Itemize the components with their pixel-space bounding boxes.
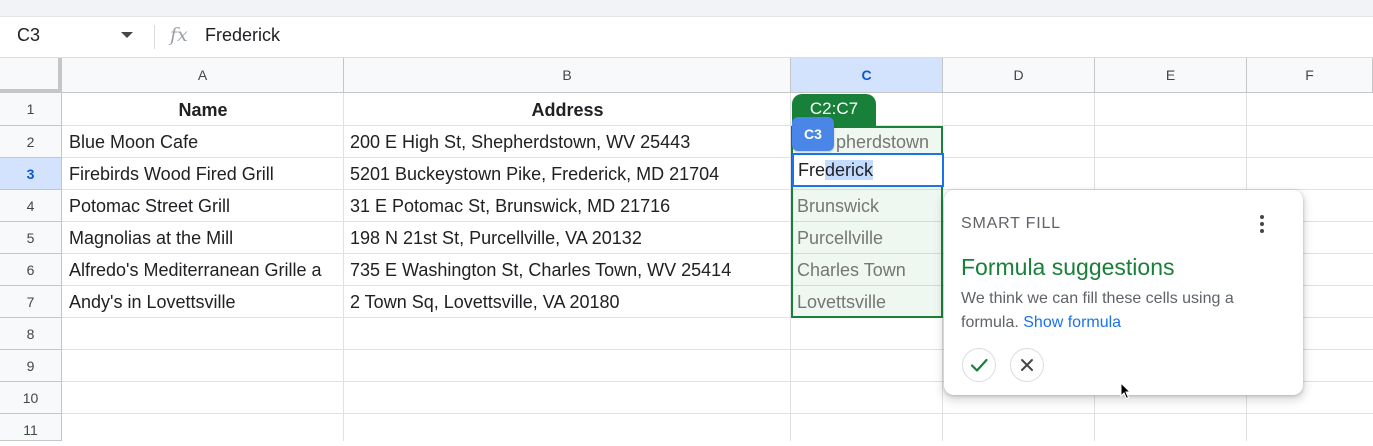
cell-c7-suggestion[interactable]: Lovettsville [797, 292, 940, 313]
row-header-9[interactable]: 9 [0, 350, 62, 382]
column-header-c[interactable]: C [791, 58, 943, 93]
active-cell-editor[interactable]: Frederick [792, 153, 944, 187]
gridline [343, 93, 344, 441]
cell-b3[interactable]: 5201 Buckeystown Pike, Frederick, MD 217… [350, 164, 790, 185]
autocomplete-highlight: derick [825, 160, 874, 180]
row-header-6[interactable]: 6 [0, 254, 62, 286]
cell-a5[interactable]: Magnolias at the Mill [69, 228, 343, 249]
check-icon [970, 358, 988, 372]
row-header-8[interactable]: 8 [0, 318, 62, 350]
cell-c2-suggestion[interactable]: pherdstown [836, 132, 940, 153]
active-cell-label: C3 [792, 117, 834, 151]
mouse-cursor-icon [1120, 382, 1132, 400]
cell-c4-suggestion[interactable]: Brunswick [797, 196, 940, 217]
row-header-7[interactable]: 7 [0, 286, 62, 318]
row-header-4[interactable]: 4 [0, 190, 62, 222]
gridline [62, 157, 1373, 158]
row-header-3[interactable]: 3 [0, 158, 62, 190]
column-header-f[interactable]: F [1247, 58, 1373, 93]
card-title: Formula suggestions [961, 254, 1175, 280]
row-header-2[interactable]: 2 [0, 126, 62, 158]
column-header-d[interactable]: D [943, 58, 1095, 93]
row-header-10[interactable]: 10 [0, 382, 62, 414]
cell-a4[interactable]: Potomac Street Grill [69, 196, 343, 217]
cell-b4[interactable]: 31 E Potomac St, Brunswick, MD 21716 [350, 196, 790, 217]
more-options-icon[interactable] [1254, 215, 1270, 237]
card-eyebrow: SMART FILL [961, 215, 1061, 232]
sheet-grid: A B C D E F 1 2 3 4 5 6 7 8 9 10 11 Name… [0, 0, 1373, 441]
column-header-a[interactable]: A [62, 58, 344, 93]
close-icon [1021, 359, 1033, 371]
cell-a2[interactable]: Blue Moon Cafe [69, 132, 343, 153]
gridline [62, 413, 1373, 414]
cell-a6[interactable]: Alfredo's Mediterranean Grille a [69, 260, 343, 281]
accept-suggestion-button[interactable] [962, 348, 996, 382]
cell-c6-suggestion[interactable]: Charles Town [797, 260, 940, 281]
reject-suggestion-button[interactable] [1010, 348, 1044, 382]
card-description: We think we can fill these cells using a… [961, 287, 1261, 335]
cell-a1[interactable]: Name [62, 100, 344, 121]
select-all-corner[interactable] [0, 58, 62, 93]
cell-b6[interactable]: 735 E Washington St, Charles Town, WV 25… [350, 260, 790, 281]
cell-b1[interactable]: Address [344, 100, 791, 121]
row-header-5[interactable]: 5 [0, 222, 62, 254]
cell-a3[interactable]: Firebirds Wood Fired Grill [69, 164, 343, 185]
column-header-b[interactable]: B [344, 58, 791, 93]
row-header-1[interactable]: 1 [0, 93, 62, 126]
row-header-11[interactable]: 11 [0, 414, 62, 441]
cell-b2[interactable]: 200 E High St, Shepherdstown, WV 25443 [350, 132, 790, 153]
gridline [62, 125, 1373, 126]
cell-c5-suggestion[interactable]: Purcellville [797, 228, 940, 249]
smart-fill-card: SMART FILL Formula suggestions We think … [944, 190, 1303, 395]
cell-a7[interactable]: Andy's in Lovettsville [69, 292, 343, 313]
typed-text: Fre [798, 160, 825, 180]
cell-b7[interactable]: 2 Town Sq, Lovettsville, VA 20180 [350, 292, 790, 313]
cell-b5[interactable]: 198 N 21st St, Purcellville, VA 20132 [350, 228, 790, 249]
column-header-e[interactable]: E [1095, 58, 1247, 93]
show-formula-link[interactable]: Show formula [1023, 314, 1121, 331]
